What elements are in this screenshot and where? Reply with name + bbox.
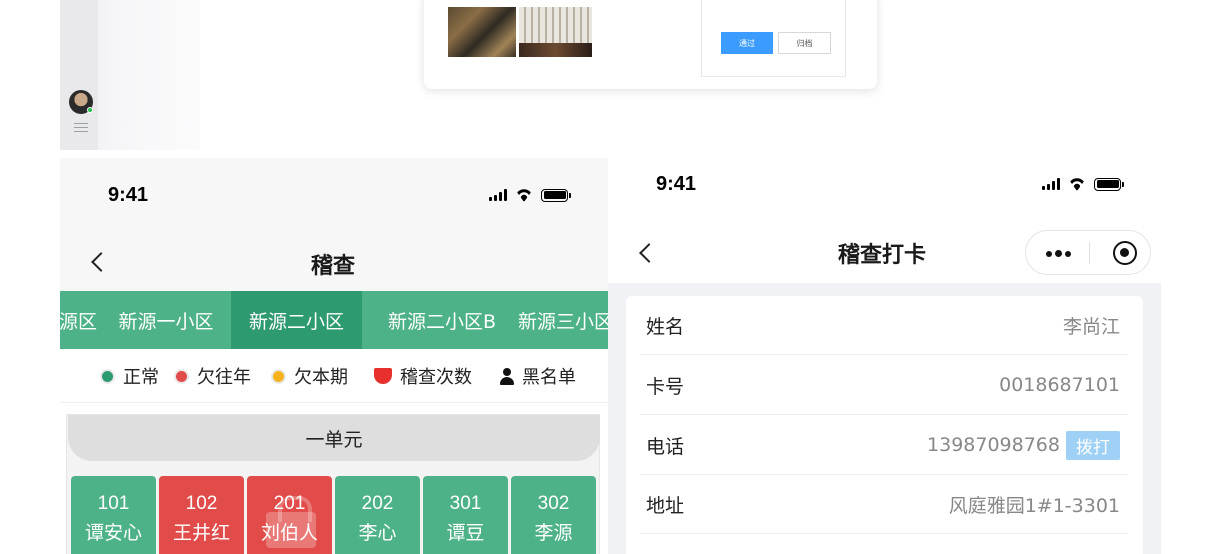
nav-bar: 稽查 [60,234,608,292]
mini-program-capsule [1025,230,1151,275]
wifi-icon [1067,177,1087,191]
tab-community-active[interactable]: 新源二小区 [231,291,362,349]
info-row-phone: 电话 13987098768 拨打 [640,416,1128,475]
field-label: 电话 [646,435,685,458]
page-title: 稽查打卡 [838,243,927,268]
back-icon[interactable] [639,243,659,263]
owe-past-dot-icon [174,368,189,384]
unit-header: 一单元 [68,415,600,461]
signal-icon [1042,178,1060,190]
unit-grid: 一单元 101 谭安心 102 王井红 201 刘伯人 202 李心 301 谭… [66,414,600,554]
room-owner: 刘伯人 [260,522,318,544]
room-owner: 李心 [358,522,397,544]
field-label: 地址 [646,494,685,517]
red-cup-icon [374,368,392,384]
field-value: 风庭雅园1#1-3301 [948,494,1120,517]
call-button[interactable]: 拨打 [1066,430,1120,460]
community-tabs: 源区 新源一小区 新源二小区 新源二小区B 新源三小区 [60,291,608,349]
room-owner: 谭豆 [446,522,485,544]
room-number: 102 [185,493,218,514]
status-legend: 正常 欠往年 欠本期 稽查次数 黑名单 [60,349,608,403]
field-value: 13987098768 [927,434,1060,456]
room-number: 101 [97,493,130,514]
resident-info-card: 姓名 李尚江 卡号 0018687101 电话 13987098768 拨打 地址… [626,296,1143,554]
owe-current-dot-icon [271,368,286,384]
menu-icon[interactable] [74,123,88,133]
tab-community[interactable]: 源区 [60,291,100,349]
room-owner: 李源 [534,522,573,544]
status-bar: 9:41 [60,158,608,234]
field-value: 0018687101 [999,374,1120,396]
legend-label: 稽查次数 [400,367,472,388]
legend-label: 正常 [123,367,159,388]
person-icon [500,367,514,385]
status-time: 9:41 [656,173,697,195]
info-row-card: 卡号 0018687101 [640,356,1128,415]
status-time: 9:41 [108,184,149,206]
signal-icon [489,189,507,201]
tab-community[interactable]: 新源二小区B [378,291,506,349]
close-target-icon[interactable] [1113,241,1137,265]
room-cell[interactable]: 202 李心 [335,476,420,554]
room-cell[interactable]: 102 王井红 [159,476,244,554]
room-cell[interactable]: 201 刘伯人 [247,476,332,554]
tab-community[interactable]: 新源三小区 [518,291,608,349]
room-number: 302 [537,493,570,514]
normal-dot-icon [100,368,115,384]
field-label: 姓名 [646,315,685,338]
room-cell[interactable]: 301 谭豆 [423,476,508,554]
back-icon[interactable] [91,252,111,272]
info-row-address: 地址 风庭雅园1#1-3301 [640,475,1128,534]
legend-label: 欠往年 [197,367,251,388]
room-cell[interactable]: 101 谭安心 [71,476,156,554]
inspection-screen: 9:41 稽查 源区 新源一小区 新源二小区 新源二小区B 新源三小区 正常 欠… [60,158,608,554]
battery-icon [1094,177,1124,191]
field-label: 卡号 [646,375,685,398]
wifi-icon [514,188,534,202]
checkin-screen: 9:41 稽查打卡 姓名 李尚江 卡号 0018687101 电话 139870… [608,146,1161,554]
inspection-photo[interactable] [519,7,592,57]
room-number: 301 [449,493,482,514]
field-value: 李尚江 [1062,315,1120,338]
room-number: 202 [361,493,394,514]
archive-button[interactable]: 归档 [778,32,831,54]
pass-button[interactable]: 通过 [721,32,773,54]
more-icon[interactable] [1046,250,1071,257]
online-status-icon [87,107,93,113]
info-row-name: 姓名 李尚江 [640,296,1128,355]
room-cell[interactable]: 302 李源 [511,476,596,554]
legend-label: 黑名单 [522,367,576,388]
page-title: 稽查 [311,254,356,279]
tab-community[interactable]: 新源一小区 [112,291,220,349]
legend-label: 欠本期 [294,367,348,388]
battery-icon [541,188,571,202]
header: 9:41 稽查打卡 [608,146,1161,283]
room-number: 201 [273,493,306,514]
room-owner: 王井红 [172,522,230,544]
inspection-photo[interactable] [448,7,516,57]
room-owner: 谭安心 [84,522,142,544]
